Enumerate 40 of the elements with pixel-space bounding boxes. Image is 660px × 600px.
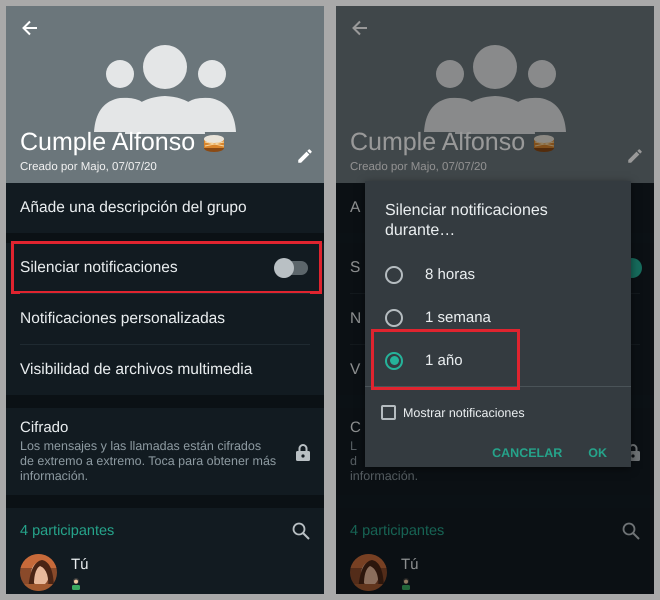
setting-label[interactable]: Silenciar notificaciones [20, 259, 178, 277]
radio-button[interactable] [385, 352, 403, 370]
search-icon[interactable] [292, 522, 310, 540]
person-icon [401, 578, 411, 590]
participant-name[interactable]: Tú [71, 556, 89, 572]
description-link[interactable]: A [350, 199, 360, 217]
setting-label[interactable]: S [350, 259, 360, 277]
radio-button[interactable] [385, 308, 403, 326]
back-arrow-icon[interactable] [20, 18, 40, 38]
option-label[interactable]: 8 horas [425, 266, 476, 283]
encryption-title: Cifrado [20, 419, 70, 436]
participant-name[interactable]: Tú [401, 556, 419, 572]
participant-count: 4 participantes [350, 523, 444, 539]
pencil-icon[interactable] [296, 147, 314, 165]
option-label[interactable]: 1 semana [425, 309, 491, 326]
group-creator: Creado por Majo, 07/07/20 [350, 161, 488, 173]
setting-label[interactable]: Notificaciones personalizadas [20, 310, 226, 328]
setting-label[interactable]: N [350, 310, 362, 328]
checkbox[interactable] [381, 405, 396, 420]
participant-count: 4 participantes [20, 523, 114, 539]
lock-icon [296, 442, 310, 460]
radio-button[interactable] [385, 266, 403, 284]
group-name: Cumple Alfonso [350, 128, 526, 157]
person-icon [71, 578, 81, 590]
group-name: Cumple Alfonso [20, 128, 196, 157]
pencil-icon[interactable] [626, 147, 644, 165]
setting-label[interactable]: Visibilidad de archivos multimedia [20, 361, 252, 379]
dialog-button[interactable]: OK [578, 440, 617, 466]
setting-label[interactable]: V [350, 361, 360, 379]
search-icon[interactable] [622, 522, 640, 540]
encryption-title: C [350, 419, 362, 436]
option-label[interactable]: 1 año [425, 352, 463, 369]
dialog-title: Silenciar notificaciones durante… [384, 201, 549, 241]
encryption-description[interactable]: Los mensajes y las llamadas están cifrados de extremo a extremo. Toca para obtener más información. [20, 439, 276, 484]
drum-icon [203, 132, 226, 152]
checkbox-label[interactable]: Mostrar notificaciones [403, 406, 525, 420]
dialog-button[interactable]: CANCELAR [482, 440, 572, 466]
drum-icon [533, 132, 556, 152]
back-arrow-icon[interactable] [350, 18, 370, 38]
group-creator: Creado por Majo, 07/07/20 [20, 161, 158, 173]
